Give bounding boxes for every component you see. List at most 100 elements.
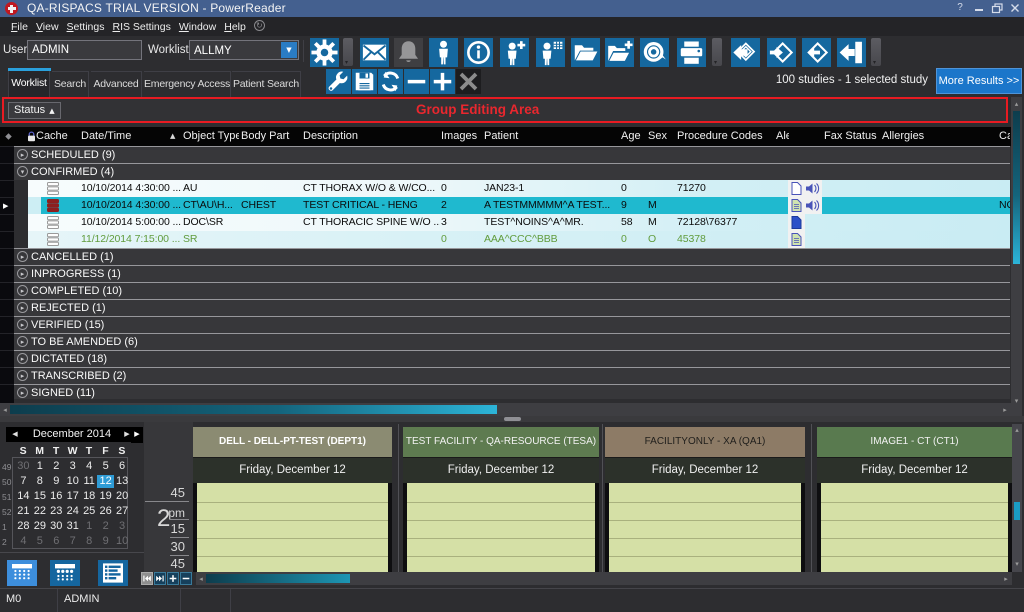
expand-group-icon[interactable]: ▸ xyxy=(17,370,28,381)
calendar-day[interactable]: 7 xyxy=(65,535,81,548)
sched-scroll-up-icon[interactable]: ▴ xyxy=(1012,426,1022,434)
calendar-day[interactable]: 1 xyxy=(32,460,48,473)
calendar-day[interactable]: 27 xyxy=(114,505,130,518)
group-row-to-be-amended[interactable]: ▸TO BE AMENDED (6) xyxy=(14,333,1010,350)
toolbar-overflow-3[interactable] xyxy=(871,38,881,66)
calendar-day[interactable]: 9 xyxy=(97,535,113,548)
tab-advanced[interactable]: Advanced xyxy=(91,71,142,97)
scheduler-vscrollbar[interactable]: ▴ ▾ xyxy=(1012,424,1022,572)
group-row-cancelled[interactable]: ▸CANCELLED (1) xyxy=(14,248,1010,265)
study-row-2[interactable]: 10/10/2014 4:30:00 ...CT\AU\H...CHESTTES… xyxy=(28,197,1010,214)
column-header-ca[interactable]: Ca xyxy=(999,130,1010,142)
column-header-allergies[interactable]: Allergies xyxy=(882,130,940,142)
splitter-grip[interactable] xyxy=(504,417,521,421)
group-row-rejected[interactable]: ▸REJECTED (1) xyxy=(14,299,1010,316)
help-session-icon[interactable]: ↻ xyxy=(254,20,265,31)
study-row-1[interactable]: 10/10/2014 4:30:00 ...AUCT THORAX W/O & … xyxy=(28,180,1010,197)
column-header-cache[interactable]: Cache xyxy=(36,130,78,142)
group-row-completed[interactable]: ▸COMPLETED (10) xyxy=(14,282,1010,299)
calendar-day[interactable]: 1 xyxy=(81,520,97,533)
table-hscrollbar[interactable]: ◂ ▸ xyxy=(0,403,1011,416)
calendar-collapse-button[interactable]: ▶ xyxy=(131,427,143,443)
burn-cd-button[interactable] xyxy=(640,38,669,67)
calendar-day[interactable]: 21 xyxy=(15,505,31,518)
menu-view[interactable]: View xyxy=(36,18,59,37)
menu-window[interactable]: Window xyxy=(179,18,216,37)
zoom-in-button[interactable] xyxy=(167,572,179,585)
month-view-button[interactable] xyxy=(7,560,37,586)
week-view-button[interactable] xyxy=(50,560,80,586)
help-window-button[interactable]: ? xyxy=(951,0,969,16)
group-row-dictated[interactable]: ▸DICTATED (18) xyxy=(14,350,1010,367)
bell-button[interactable] xyxy=(394,38,423,67)
column-header-age[interactable]: Age xyxy=(621,130,645,142)
group-row-signed[interactable]: ▸SIGNED (11) xyxy=(14,384,1010,399)
calendar-day[interactable]: 15 xyxy=(32,490,48,503)
print-button[interactable] xyxy=(677,38,706,67)
group-row-verified[interactable]: ▸VERIFIED (15) xyxy=(14,316,1010,333)
tab-worklist[interactable]: Worklist xyxy=(8,71,50,97)
calendar-day[interactable]: 28 xyxy=(15,520,31,533)
expand-group-icon[interactable]: ▸ xyxy=(17,302,28,313)
info-button[interactable] xyxy=(464,38,493,67)
column-header-body-part[interactable]: Body Part xyxy=(241,130,299,142)
calendar-day[interactable]: 3 xyxy=(114,520,130,533)
calendar-day[interactable]: 2 xyxy=(48,460,64,473)
worklist-combobox[interactable]: ALLMY ▼ xyxy=(189,40,299,60)
calendar-day[interactable]: 14 xyxy=(15,490,31,503)
calendar-day[interactable]: 24 xyxy=(65,505,81,518)
save-button[interactable] xyxy=(352,69,377,94)
add-folder-button[interactable] xyxy=(605,38,634,67)
calendar-day[interactable]: 7 xyxy=(15,475,31,488)
mail-button[interactable] xyxy=(360,38,389,67)
study-in-button[interactable] xyxy=(767,38,796,67)
calendar-day[interactable]: 31 xyxy=(65,520,81,533)
go-last-button[interactable] xyxy=(154,572,166,585)
sched-scroll-right-icon[interactable]: ▸ xyxy=(1002,575,1010,583)
calendar-day[interactable]: 4 xyxy=(15,535,31,548)
add-patient-button[interactable] xyxy=(500,38,529,67)
tab-patient-search[interactable]: Patient Search xyxy=(232,71,301,97)
toolbar-overflow-1[interactable] xyxy=(343,38,353,66)
scroll-up-icon[interactable]: ▴ xyxy=(1012,100,1021,108)
minimize-button[interactable] xyxy=(970,0,988,16)
calendar-day[interactable]: 16 xyxy=(48,490,64,503)
calendar-day[interactable]: 5 xyxy=(97,460,113,473)
calendar-day[interactable]: 4 xyxy=(81,460,97,473)
refresh-button[interactable] xyxy=(378,69,403,94)
restore-button[interactable] xyxy=(988,0,1006,16)
more-results-button[interactable]: More Results >> xyxy=(936,68,1022,94)
close-window-button[interactable] xyxy=(1006,0,1024,16)
settings-gear-button[interactable] xyxy=(310,38,339,67)
status-group-chip[interactable]: Status▲ xyxy=(8,102,61,119)
column-header-sex[interactable]: Sex xyxy=(648,130,674,142)
table-hscroll-thumb[interactable] xyxy=(10,405,497,414)
user-input[interactable] xyxy=(27,40,142,60)
calendar-day-selected[interactable]: 12 xyxy=(97,475,113,488)
expand-group-icon[interactable]: ▸ xyxy=(17,149,28,160)
calendar-day[interactable]: 30 xyxy=(48,520,64,533)
sched-scroll-left-icon[interactable]: ◂ xyxy=(197,575,205,583)
expand-group-icon[interactable]: ▸ xyxy=(17,336,28,347)
calendar-prev-icon[interactable]: ◀ xyxy=(8,427,22,442)
calendar-day[interactable]: 13 xyxy=(114,475,130,488)
patient-button[interactable] xyxy=(429,38,458,67)
study-out-button[interactable] xyxy=(802,38,831,67)
scroll-left-icon[interactable]: ◂ xyxy=(0,406,10,414)
calendar-day[interactable]: 18 xyxy=(81,490,97,503)
menu-help[interactable]: Help xyxy=(224,18,246,37)
add-button[interactable] xyxy=(430,69,455,94)
sched-scroll-down-icon[interactable]: ▾ xyxy=(1012,560,1022,568)
calendar-day[interactable]: 6 xyxy=(114,460,130,473)
group-row-confirmed[interactable]: ▾CONFIRMED (4) xyxy=(14,163,1010,180)
expand-group-icon[interactable]: ▸ xyxy=(17,353,28,364)
calendar-day[interactable]: 30 xyxy=(15,460,31,473)
calendar-day[interactable]: 23 xyxy=(48,505,64,518)
expand-group-icon[interactable]: ▸ xyxy=(17,285,28,296)
expand-group-icon[interactable]: ▸ xyxy=(17,268,28,279)
expand-group-icon[interactable]: ▸ xyxy=(17,319,28,330)
calendar-day[interactable]: 2 xyxy=(97,520,113,533)
resource-grid-3[interactable] xyxy=(605,483,805,572)
resource-grid-2[interactable] xyxy=(403,483,599,572)
worklist-dropdown-button[interactable]: ▼ xyxy=(281,42,297,58)
